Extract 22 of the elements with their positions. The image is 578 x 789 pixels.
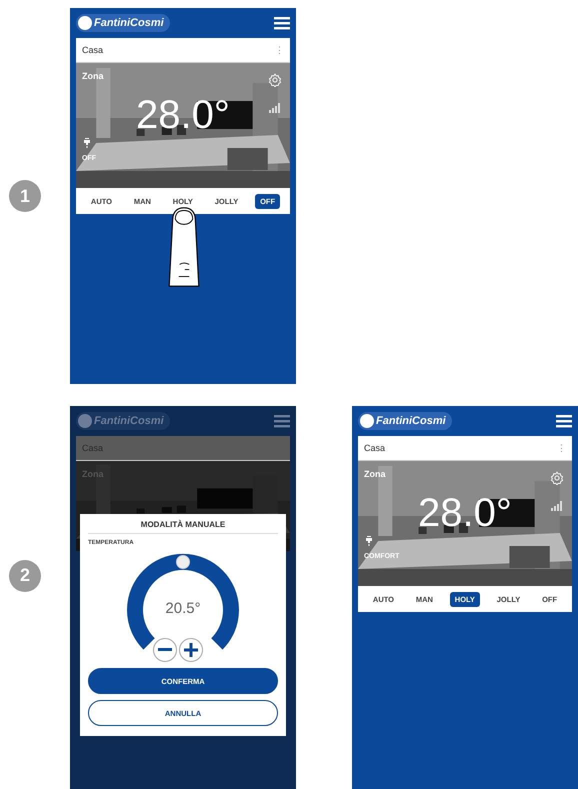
- settings-icon[interactable]: [550, 471, 564, 485]
- decrease-button[interactable]: [153, 638, 177, 662]
- logo: FantiniCosmi: [358, 412, 452, 430]
- menu-icon[interactable]: [556, 414, 572, 428]
- minus-icon: [158, 648, 172, 652]
- menu-icon[interactable]: [274, 414, 290, 428]
- settings-icon[interactable]: [268, 73, 282, 87]
- signal-icon: [551, 501, 563, 511]
- setpoint-value: 20.5°: [164, 600, 202, 617]
- plus-icon: [184, 643, 198, 657]
- zone-name: Zona: [364, 469, 386, 479]
- location-name: Casa: [82, 45, 104, 55]
- step-number: 1: [9, 180, 41, 212]
- logo: FantiniCosmi: [76, 412, 170, 430]
- menu-icon[interactable]: [274, 16, 290, 30]
- step-number: 2: [9, 560, 41, 592]
- signal-icon: [269, 103, 281, 113]
- dialog-title: MODALITÀ MANUALE: [88, 520, 278, 534]
- increase-button[interactable]: [179, 638, 203, 662]
- location-name: Casa: [364, 443, 386, 453]
- logo: FantiniCosmi: [76, 14, 170, 32]
- zone-name: Zona: [82, 71, 104, 81]
